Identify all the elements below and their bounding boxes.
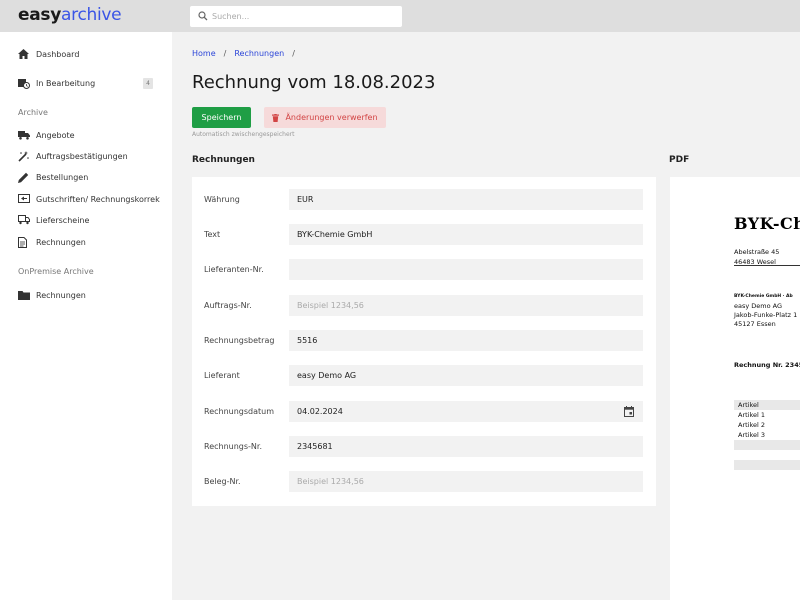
field-label: Rechnungs-Nr. (204, 442, 263, 451)
invoice-date-input[interactable] (289, 401, 643, 422)
autosave-note: Automatisch zwischengespeichert (192, 131, 295, 138)
section-archive: Archive (18, 108, 48, 117)
supplier-input[interactable] (289, 365, 643, 386)
truck-icon (18, 130, 30, 140)
sidebar-item-lieferscheine[interactable]: Lieferscheine (0, 209, 172, 231)
field-rechnungs-nr: Rechnungs-Nr. (192, 436, 656, 457)
field-label: Auftrags-Nr. (204, 301, 252, 310)
field-rechnungsbetrag: Rechnungsbetrag (192, 330, 656, 351)
text-input[interactable] (289, 224, 643, 245)
sidebar-item-onpremise-rechnungen[interactable]: Rechnungen (0, 284, 172, 306)
sidebar-item-label: Dashboard (36, 49, 80, 59)
sidebar-item-label: Rechnungen (36, 237, 86, 247)
sidebar-item-label: Bestellungen (36, 172, 89, 182)
field-label: Währung (204, 195, 240, 204)
sidebar-item-angebote[interactable]: Angebote (0, 124, 172, 146)
pdf-table-row (734, 460, 800, 470)
field-label: Rechnungsdatum (204, 407, 275, 416)
pdf-divider (734, 265, 800, 266)
sidebar-item-label: Angebote (36, 130, 75, 140)
pdf-company-name: BYK-Ch (734, 214, 800, 233)
sidebar-item-gutschriften[interactable]: Gutschriften/ Rechnungskorrektu (0, 188, 172, 210)
trash-icon (272, 113, 280, 122)
field-waehrung: Währung (192, 189, 656, 210)
save-button[interactable]: Speichern (192, 107, 251, 128)
delivery-icon (18, 215, 30, 225)
order-number-input[interactable] (289, 295, 643, 316)
document-icon (18, 236, 27, 248)
credit-note-icon (18, 194, 30, 203)
sidebar: Dashboard In Bearbeitung 4 Archive Angeb… (0, 32, 172, 600)
field-lieferanten-nr: Lieferanten-Nr. (192, 259, 656, 280)
document-number-input[interactable] (289, 471, 643, 492)
field-label: Text (204, 230, 221, 239)
discard-changes-label: Änderungen verwerfen (285, 113, 378, 122)
field-label: Beleg-Nr. (204, 477, 241, 486)
count-badge: 4 (143, 77, 153, 89)
section-onpremise: OnPremise Archive (18, 267, 94, 276)
field-lieferant: Lieferant (192, 365, 656, 386)
sidebar-item-label: Auftragsbestätigungen (36, 151, 128, 161)
field-label: Lieferant (204, 371, 240, 380)
pdf-preview[interactable]: BYK-Ch Abelstraße 45 46483 Wesel BYK-Che… (670, 177, 800, 600)
logo-easy: easy (18, 5, 62, 25)
invoice-amount-input[interactable] (289, 330, 643, 351)
pdf-recipient-street: Jakob-Funke-Platz 1 (734, 311, 798, 319)
search-input[interactable] (212, 9, 397, 24)
currency-input[interactable] (289, 189, 643, 210)
search-icon (198, 11, 208, 21)
sidebar-item-dashboard[interactable]: Dashboard (0, 43, 172, 65)
sidebar-item-label: Lieferscheine (36, 215, 90, 225)
form-section-title: Rechnungen (192, 155, 255, 165)
supplier-number-input[interactable] (289, 259, 643, 280)
pdf-items-table: Artikel Artikel 1 Artikel 2 Artikel 3 (734, 400, 800, 470)
sidebar-item-label: In Bearbeitung (36, 78, 96, 88)
breadcrumb-rechnungen[interactable]: Rechnungen (234, 49, 284, 58)
breadcrumb-home[interactable]: Home (192, 49, 216, 58)
invoice-form: Währung Text Lieferanten-Nr. Auftrags-Nr… (192, 177, 656, 506)
field-auftrags-nr: Auftrags-Nr. (192, 295, 656, 316)
pdf-sender-line: BYK-Chemie GmbH · Ab (734, 294, 793, 299)
sidebar-item-label: Rechnungen (36, 290, 86, 300)
pdf-section-title: PDF (669, 155, 690, 165)
pdf-recipient-name: easy Demo AG (734, 302, 783, 310)
pdf-table-row: Artikel 2 (738, 421, 766, 429)
sidebar-item-in-bearbeitung[interactable]: In Bearbeitung 4 (0, 72, 172, 94)
breadcrumb-separator: / (223, 49, 227, 58)
app-logo[interactable]: easyarchive (18, 5, 122, 25)
invoice-number-input[interactable] (289, 436, 643, 457)
pdf-table-row: Artikel 3 (738, 431, 766, 439)
pdf-table-row: Artikel 1 (738, 411, 766, 419)
field-label: Rechnungsbetrag (204, 336, 275, 345)
pdf-table-row (734, 450, 800, 460)
sidebar-item-auftragsbestaetigungen[interactable]: Auftragsbestätigungen (0, 145, 172, 167)
pdf-sender-street: Abelstraße 45 (734, 248, 780, 256)
folder-icon (18, 290, 30, 300)
magic-wand-icon (18, 150, 29, 162)
pdf-invoice-number: Rechnung Nr. 23456 (734, 361, 800, 369)
inbox-clock-icon (18, 78, 30, 89)
discard-changes-button[interactable]: Änderungen verwerfen (264, 107, 386, 128)
sidebar-item-bestellungen[interactable]: Bestellungen (0, 166, 172, 188)
field-rechnungsdatum: Rechnungsdatum (192, 401, 656, 422)
field-text: Text (192, 224, 656, 245)
field-beleg-nr: Beleg-Nr. (192, 471, 656, 492)
top-bar: easyarchive (0, 0, 800, 32)
sidebar-item-label: Gutschriften/ Rechnungskorrektu (36, 194, 160, 204)
sidebar-item-rechnungen[interactable]: Rechnungen (0, 231, 172, 253)
breadcrumb: Home / Rechnungen / (192, 49, 303, 58)
pdf-table-row (734, 440, 800, 450)
home-icon (18, 49, 29, 59)
pencil-icon (18, 172, 29, 183)
pdf-table-header: Artikel (734, 400, 800, 410)
calendar-icon[interactable] (624, 406, 634, 417)
pdf-recipient-city: 45127 Essen (734, 320, 776, 328)
search-box (190, 6, 402, 27)
page-title: Rechnung vom 18.08.2023 (192, 72, 436, 93)
logo-archive: archive (61, 5, 122, 25)
breadcrumb-separator: / (292, 49, 295, 58)
field-label: Lieferanten-Nr. (204, 265, 264, 274)
